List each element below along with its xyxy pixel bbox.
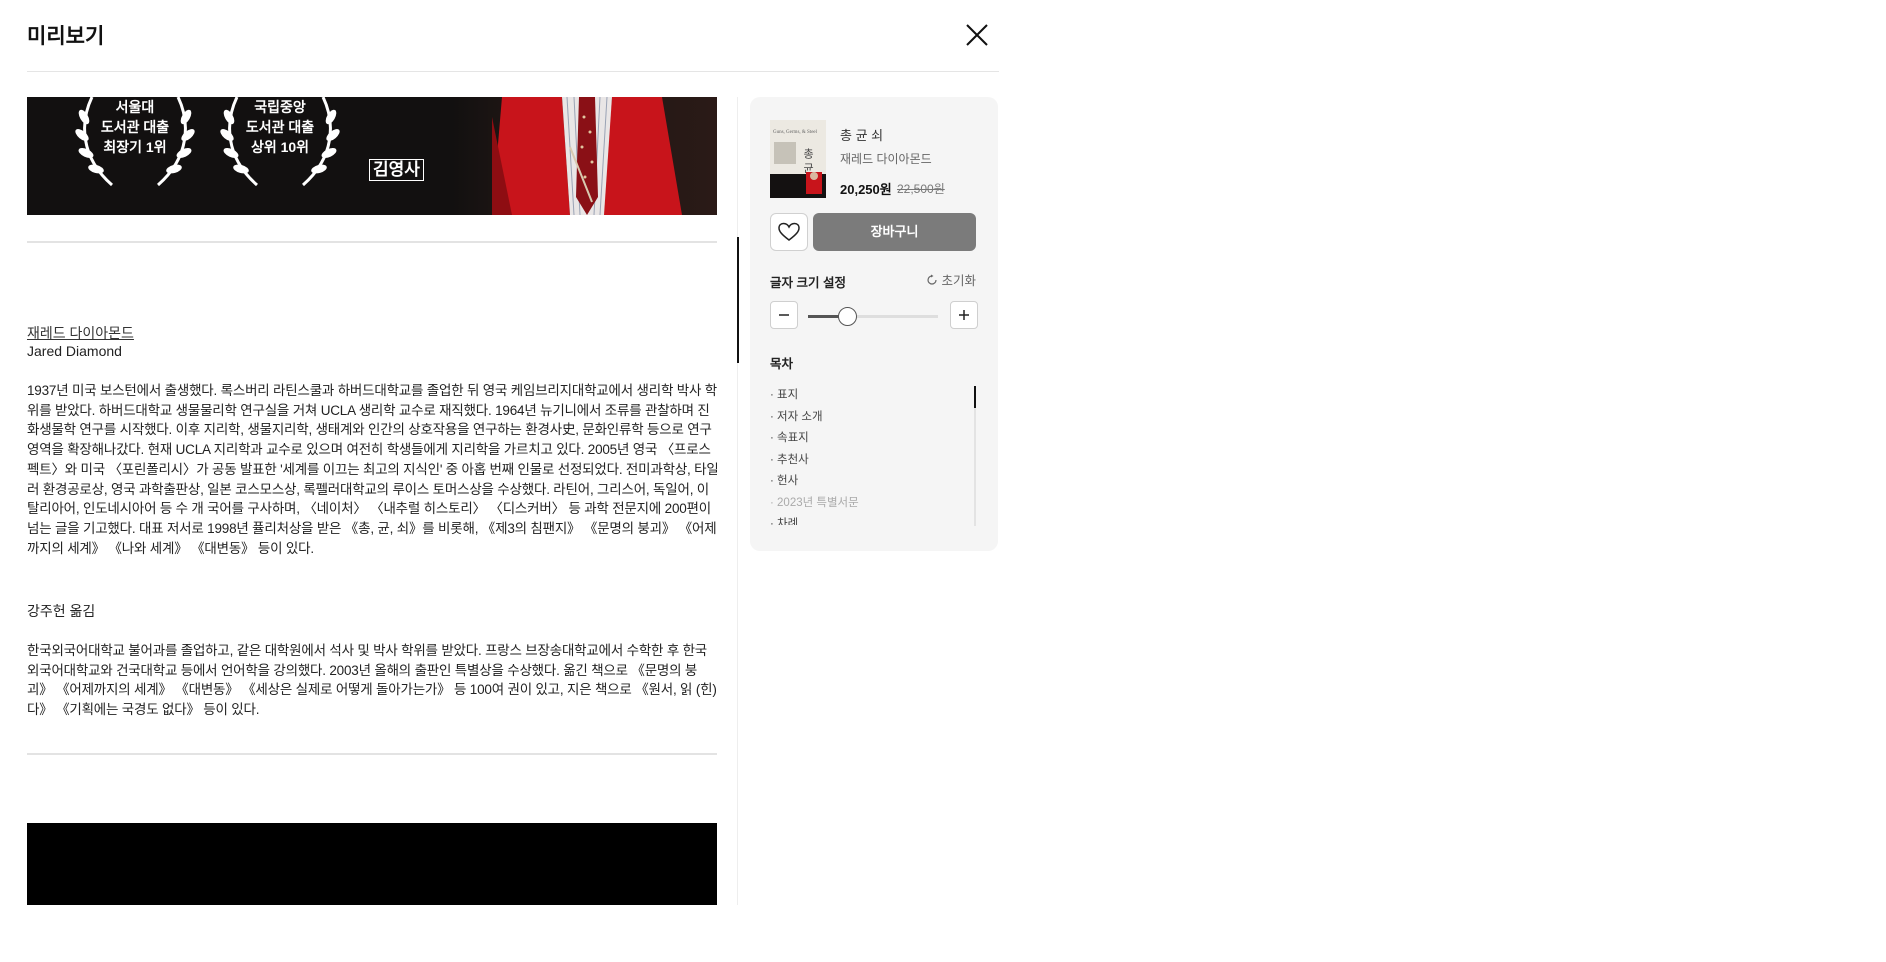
add-to-cart-button[interactable]: 장바구니 <box>813 213 976 251</box>
author-name-en: Jared Diamond <box>27 343 122 359</box>
refresh-icon <box>927 274 937 285</box>
plus-icon <box>959 310 969 320</box>
toc-item[interactable]: · 헌사 <box>770 471 980 493</box>
toc-item[interactable]: · 2023년 특별서문 <box>770 493 980 515</box>
book-price: 20,250원 <box>840 182 892 197</box>
viewer-scrollbar[interactable] <box>737 237 739 363</box>
preview-viewer[interactable]: 서울대 도서관 대출 최장기 1위 국립중앙 도서관 대출 상위 10위 김영사… <box>27 97 717 905</box>
toc-item[interactable]: · 속표지 <box>770 428 980 450</box>
translator-name: 강주헌 옮김 <box>27 603 96 619</box>
page-divider <box>27 753 717 755</box>
heart-icon <box>778 222 800 241</box>
toc-item[interactable]: · 추천사 <box>770 450 980 472</box>
award-wreath-2: 국립중앙 도서관 대출 상위 10위 <box>215 97 345 192</box>
award-wreath-1: 서울대 도서관 대출 최장기 1위 <box>70 97 200 192</box>
font-reset-label: 초기화 <box>941 274 976 288</box>
author-photo <box>452 97 717 215</box>
panel-divider <box>737 97 738 905</box>
font-increase-button[interactable] <box>950 301 978 329</box>
author-name-link[interactable]: 재레드 다이아몬드 <box>27 323 134 343</box>
modal-title: 미리보기 <box>27 25 105 48</box>
toc-list: · 표지 · 저자 소개 · 속표지 · 추천사 · 헌사 · 2023년 특별서문 · 차… <box>770 385 980 525</box>
book-original-price: 22,500원 <box>897 182 945 196</box>
toc-item[interactable]: · 저자 소개 <box>770 407 980 429</box>
header-divider <box>27 71 999 72</box>
close-icon <box>966 24 988 46</box>
font-size-slider[interactable] <box>808 307 938 326</box>
toc-item[interactable]: · 표지 <box>770 385 980 407</box>
preview-modal: 미리보기 서울대 도서관 대출 최장기 1위 국립중앙 도서관 대출 상위 10… <box>0 0 1000 962</box>
toc-item[interactable]: · 차례 <box>770 514 980 525</box>
font-decrease-button[interactable] <box>770 301 798 329</box>
author-bio: 1937년 미국 보스턴에서 출생했다. 록스버리 라틴스쿨과 하버드대학교를 … <box>27 383 717 556</box>
translator-bio: 한국외국어대학교 불어과를 졸업하고, 같은 대학원에서 석사 및 박사 학위를… <box>27 643 717 718</box>
publisher-logo: 김영사 <box>369 159 424 181</box>
font-size-label: 글자 크기 설정 <box>770 276 846 290</box>
minus-icon <box>779 314 789 316</box>
font-size-slider-thumb[interactable] <box>838 307 857 326</box>
award-text-1: 서울대 도서관 대출 최장기 1위 <box>100 99 170 155</box>
book-cover-thumbnail[interactable]: Guns, Germs, & Steel 총 균 쇠 <box>770 120 826 198</box>
toc-label: 목차 <box>770 357 794 371</box>
wishlist-button[interactable] <box>770 213 808 251</box>
book-title: 총 균 쇠 <box>840 128 884 143</box>
next-page-image <box>27 823 717 905</box>
award-text-2: 국립중앙 도서관 대출 상위 10위 <box>245 99 315 155</box>
promo-banner-image: 서울대 도서관 대출 최장기 1위 국립중앙 도서관 대출 상위 10위 김영사 <box>27 97 717 215</box>
font-reset-button[interactable]: 초기화 <box>926 270 976 289</box>
cover-subtitle: Guns, Germs, & Steel <box>773 130 818 135</box>
side-panel: Guns, Germs, & Steel 총 균 쇠 총 균 쇠 재레드 다이아… <box>750 97 998 551</box>
page-divider <box>27 241 717 243</box>
close-button[interactable] <box>962 20 992 50</box>
book-author: 재레드 다이아몬드 <box>840 152 932 166</box>
